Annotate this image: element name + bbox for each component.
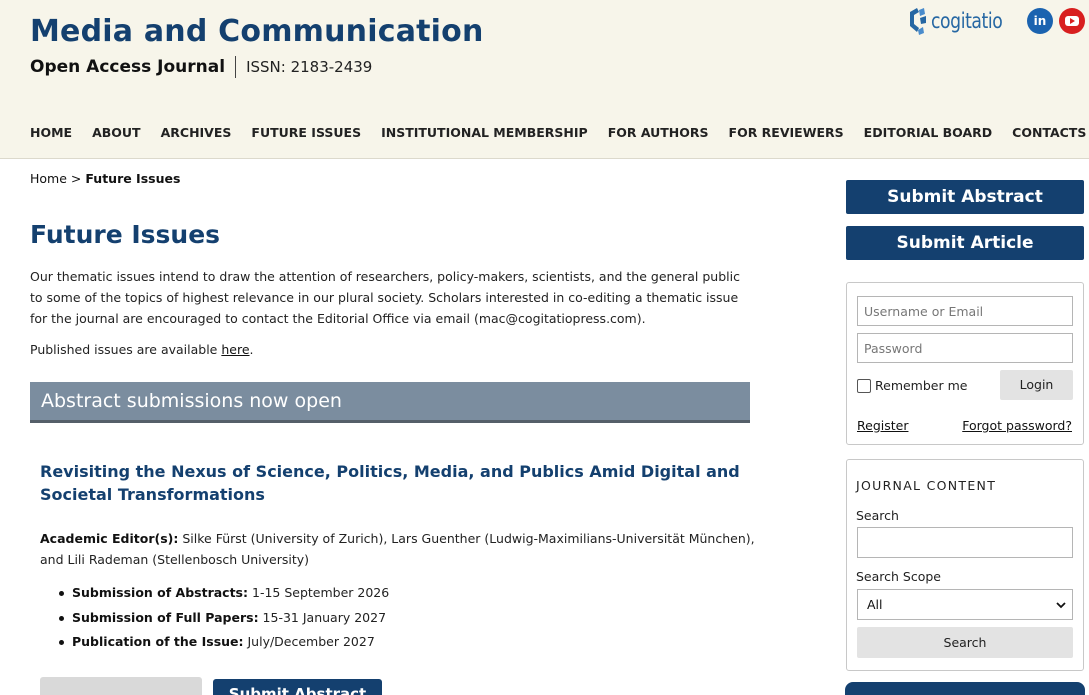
nav-editorial-board[interactable]: EDITORIAL BOARD xyxy=(864,125,992,140)
journal-content-heading: JOURNAL CONTENT xyxy=(856,478,997,493)
login-button[interactable]: Login xyxy=(1000,370,1073,400)
date-label: Publication of the Issue: xyxy=(72,634,244,649)
nav-contacts[interactable]: CONTACTS xyxy=(1012,125,1086,140)
published-issues-note: Published issues are available here. xyxy=(30,342,254,357)
nav-for-reviewers[interactable]: FOR REVIEWERS xyxy=(729,125,844,140)
search-scope-label: Search Scope xyxy=(856,569,941,584)
published-suffix: . xyxy=(249,342,254,357)
linkedin-icon-label: in xyxy=(1033,14,1047,28)
banner-label: Abstract submissions now open xyxy=(41,390,342,412)
register-link[interactable]: Register xyxy=(857,418,908,433)
page-title: Future Issues xyxy=(30,220,221,249)
breadcrumb-current: Future Issues xyxy=(85,171,181,186)
nav-about[interactable]: ABOUT xyxy=(92,125,141,140)
search-scope-value: All xyxy=(867,597,883,612)
published-prefix: Published issues are available xyxy=(30,342,222,357)
list-item: Submission of Abstracts: 1-15 September … xyxy=(58,581,390,606)
submit-article-button[interactable]: Submit Article xyxy=(846,226,1084,260)
youtube-icon[interactable] xyxy=(1059,8,1085,34)
editors-label: Academic Editor(s): xyxy=(40,531,179,546)
password-input[interactable]: Password xyxy=(857,333,1073,363)
breadcrumb: Home > Future Issues xyxy=(30,171,180,186)
search-button[interactable]: Search xyxy=(857,627,1073,658)
youtube-play-icon xyxy=(1065,16,1079,26)
issue-secondary-button[interactable] xyxy=(40,677,202,695)
journal-subtitle-row: Open Access Journal ISSN: 2183-2439 xyxy=(30,55,372,79)
journal-content-panel: JOURNAL CONTENT Search Search Scope All … xyxy=(846,459,1084,671)
issue-submit-abstract-button[interactable]: Submit Abstract xyxy=(213,679,382,695)
date-label: Submission of Abstracts: xyxy=(72,585,249,600)
issue-dates-list: Submission of Abstracts: 1-15 September … xyxy=(58,581,390,655)
academic-editors: Academic Editor(s): Silke Fürst (Univers… xyxy=(40,528,755,570)
issn-label: ISSN: 2183-2439 xyxy=(246,58,373,76)
nav-future-issues[interactable]: FUTURE ISSUES xyxy=(251,125,361,140)
subtitle-divider xyxy=(235,56,237,78)
breadcrumb-separator: > xyxy=(70,171,82,186)
search-scope-select[interactable]: All xyxy=(857,589,1073,620)
submit-abstract-button[interactable]: Submit Abstract xyxy=(846,180,1084,214)
intro-paragraph: Our thematic issues intend to draw the a… xyxy=(30,269,740,326)
nav-home[interactable]: HOME xyxy=(30,125,72,140)
forgot-password-link[interactable]: Forgot password? xyxy=(962,418,1072,433)
nav-archives[interactable]: ARCHIVES xyxy=(161,125,232,140)
sidebar-next-panel xyxy=(845,682,1085,695)
cogitatio-logo-icon xyxy=(910,8,926,35)
date-value: 1-15 September 2026 xyxy=(248,585,390,600)
date-label: Submission of Full Papers: xyxy=(72,609,259,625)
remember-me[interactable]: Remember me xyxy=(857,378,967,393)
open-access-label: Open Access Journal xyxy=(30,57,226,77)
abstract-submissions-banner: Abstract submissions now open xyxy=(30,382,750,423)
issue-title[interactable]: Revisiting the Nexus of Science, Politic… xyxy=(40,460,740,506)
list-item: Publication of the Issue: July/December … xyxy=(58,630,389,655)
cogitatio-logo[interactable]: cogitatio xyxy=(906,6,1018,36)
search-label: Search xyxy=(856,508,899,523)
remember-me-label: Remember me xyxy=(875,378,968,393)
search-input[interactable] xyxy=(857,527,1073,558)
list-item: Submission of Full Papers: 15-31 January… xyxy=(58,606,389,631)
nav-institutional-membership[interactable]: INSTITUTIONAL MEMBERSHIP xyxy=(381,125,588,140)
remember-me-checkbox[interactable] xyxy=(857,378,871,393)
cogitatio-wordmark: cogitatio xyxy=(931,9,1003,33)
main-nav: HOME ABOUT ARCHIVES FUTURE ISSUES INSTIT… xyxy=(30,125,1089,140)
login-panel: Username or Email Password Remember me L… xyxy=(846,282,1084,445)
chevron-down-icon xyxy=(1056,602,1066,609)
date-value: 15-31 January 2027 xyxy=(258,609,387,625)
site-header: Media and Communication Open Access Jour… xyxy=(0,0,1089,159)
username-input[interactable]: Username or Email xyxy=(857,296,1073,326)
journal-title[interactable]: Media and Communication xyxy=(30,14,484,49)
breadcrumb-home[interactable]: Home xyxy=(30,171,67,186)
nav-for-authors[interactable]: FOR AUTHORS xyxy=(608,125,709,140)
published-issues-link[interactable]: here xyxy=(221,342,249,357)
linkedin-icon[interactable]: in xyxy=(1027,8,1053,34)
date-value: July/December 2027 xyxy=(243,634,375,649)
